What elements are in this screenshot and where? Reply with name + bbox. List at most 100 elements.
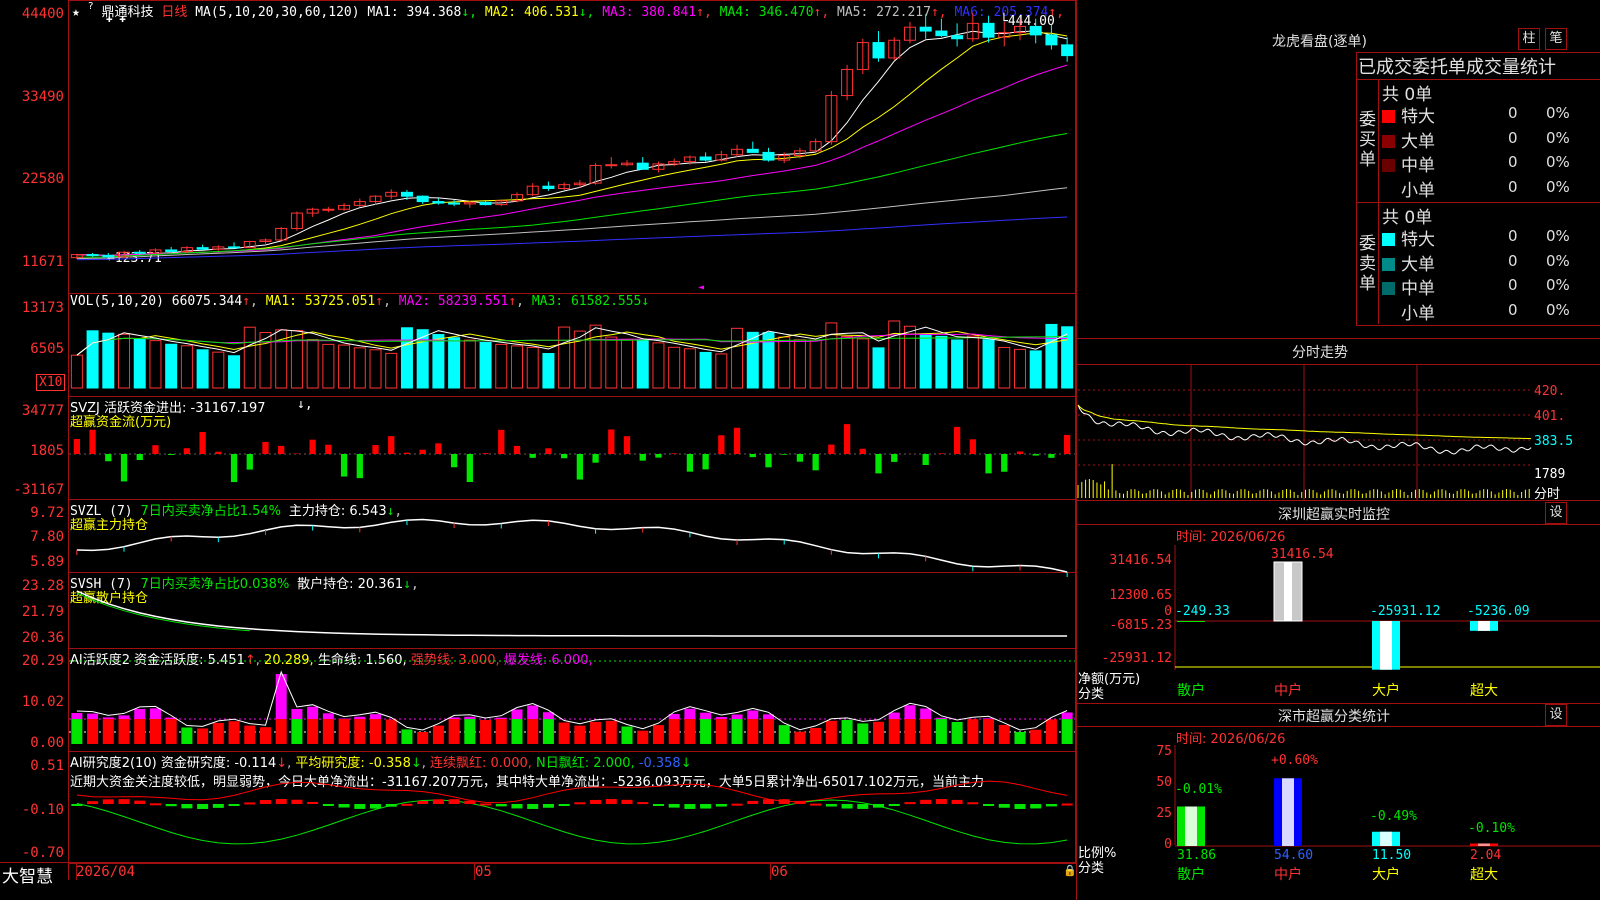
volume-bar xyxy=(322,343,335,389)
brand-logo[interactable]: 大智慧 xyxy=(2,862,53,887)
ai2-bar xyxy=(967,802,979,805)
tick-mode-button[interactable]: 笔 xyxy=(1545,28,1567,50)
ai2-bar xyxy=(762,799,774,804)
ai2-bar xyxy=(684,804,696,809)
ai1-bar xyxy=(1061,719,1073,744)
ss-value-label-3: 2.04 xyxy=(1470,848,1501,863)
ai1-bar xyxy=(762,719,774,744)
svzj-bar xyxy=(89,429,96,454)
fenshi-price-0: 420. xyxy=(1534,384,1566,399)
candlestick-chart[interactable] xyxy=(69,0,1075,292)
svzl-line xyxy=(76,518,1068,573)
sz-axis-title2: 分类 xyxy=(1078,687,1105,702)
ai1-bar-top xyxy=(134,708,146,719)
svsh-line xyxy=(76,590,1068,637)
svzj-bar xyxy=(120,454,128,482)
lhkp-title: 龙虎看盘(逐单) xyxy=(1272,34,1367,50)
svzj-bar xyxy=(969,439,976,454)
sz-settings-button[interactable]: 设 xyxy=(1545,502,1567,524)
volume-bar xyxy=(652,342,665,389)
fenshi-avg-line xyxy=(1077,404,1532,440)
ai2-bar xyxy=(700,804,712,809)
svzj-chart[interactable] xyxy=(69,397,1075,498)
candle-body xyxy=(1061,44,1074,57)
candle-body xyxy=(699,156,712,161)
ai1-bar-top xyxy=(291,708,303,719)
candle-body xyxy=(432,201,445,204)
svzl-chart[interactable] xyxy=(69,500,1075,577)
svzj-bar xyxy=(340,454,348,477)
ai1-bar xyxy=(417,732,429,744)
sz-time: 时间: 2026/06/26 xyxy=(1176,530,1286,545)
svsh-y-label-1: 21.79 xyxy=(21,604,64,620)
ai1-bar-top xyxy=(935,717,947,719)
sell-row-count: 0 xyxy=(1508,276,1518,294)
svzj-bar xyxy=(718,435,725,454)
ai1-bar xyxy=(228,721,240,744)
ai2-bar xyxy=(71,804,83,806)
volume-bar xyxy=(353,347,366,389)
ai2-bar xyxy=(825,804,837,807)
ai1-bar xyxy=(951,721,963,744)
candle-body xyxy=(982,22,995,38)
ai2-bar xyxy=(794,800,806,804)
sell-color-swatch xyxy=(1382,306,1395,320)
lhkp-tabs[interactable]: 已成交委托单成交量统计 xyxy=(1358,53,1556,79)
svsh-chart[interactable] xyxy=(69,573,1075,647)
svzj-bar xyxy=(450,454,458,468)
sell-row-pct: 0% xyxy=(1546,227,1570,245)
ai1-bar-top xyxy=(354,716,366,719)
ai2-bar xyxy=(87,801,99,804)
ss-change-label-1: +0.60% xyxy=(1271,753,1318,768)
ai1-chart[interactable] xyxy=(69,649,1075,750)
volume-bar xyxy=(1013,348,1026,389)
ss-settings-button[interactable]: 设 xyxy=(1545,704,1567,726)
volume-bar xyxy=(180,345,193,389)
svzj-bar xyxy=(246,454,253,470)
ai2-bar xyxy=(778,799,790,804)
ss-bar-chart[interactable]: -0.01% +0.60% -0.49% -0.10% 31.86 54.60 11.50 2… xyxy=(1174,745,1600,900)
ss-header-line xyxy=(1077,703,1600,704)
ai1-bar xyxy=(967,719,979,744)
svzj-bar xyxy=(859,448,866,454)
svzj-bar xyxy=(419,449,426,454)
svzj-bar xyxy=(325,444,332,454)
ai1-bar xyxy=(778,725,790,744)
ai2-bar xyxy=(1030,804,1042,809)
ai1-bar-top xyxy=(118,715,130,719)
ai1-bar xyxy=(794,731,806,744)
svzj-bar xyxy=(796,454,804,462)
ai1-bar xyxy=(307,719,319,744)
ss-axis-title2: 分类 xyxy=(1078,861,1105,876)
svzj-y-label-2: -31167 xyxy=(13,482,64,498)
buy-row-0: 特大 xyxy=(1382,102,1435,127)
ai2-y-label-2: -0.70 xyxy=(21,845,64,861)
ai2-y-label-1: -0.10 xyxy=(21,802,64,818)
sz-cat-label-1: 中户 xyxy=(1274,682,1302,699)
candle-body xyxy=(102,254,115,258)
volume-bar xyxy=(526,346,539,389)
volume-bar xyxy=(102,332,115,389)
bar-mode-button[interactable]: 柱 xyxy=(1518,28,1540,50)
ai1-bar xyxy=(621,726,633,744)
volume-bar xyxy=(495,343,508,389)
ai1-bar-top xyxy=(904,705,916,719)
buy-row-name: 中单 xyxy=(1401,156,1435,176)
svzj-bar xyxy=(262,441,269,454)
ai2-chart[interactable] xyxy=(69,752,1075,862)
lock-icon[interactable]: 🔒 xyxy=(1063,864,1077,877)
ai2-bar xyxy=(338,804,350,808)
svzj-bar xyxy=(372,445,379,454)
sz-bar-chart[interactable]: -249.33 31416.54 -25931.12 -5236.09 散户 中户 大户 超大 xyxy=(1174,545,1600,700)
ai1-bar xyxy=(71,719,83,744)
sz-value-label-0: -249.33 xyxy=(1175,604,1230,619)
ai2-bar xyxy=(228,804,240,806)
volume-bar xyxy=(888,320,901,389)
fenshi-price-2: 383.5 xyxy=(1534,434,1574,449)
ai2-bar xyxy=(935,799,947,804)
volume-chart[interactable] xyxy=(69,294,1075,395)
fenshi-chart[interactable] xyxy=(1077,365,1533,500)
svzj-bar xyxy=(843,424,851,454)
ss-change-label-2: -0.49% xyxy=(1370,809,1417,824)
ai1-bar xyxy=(983,719,995,744)
